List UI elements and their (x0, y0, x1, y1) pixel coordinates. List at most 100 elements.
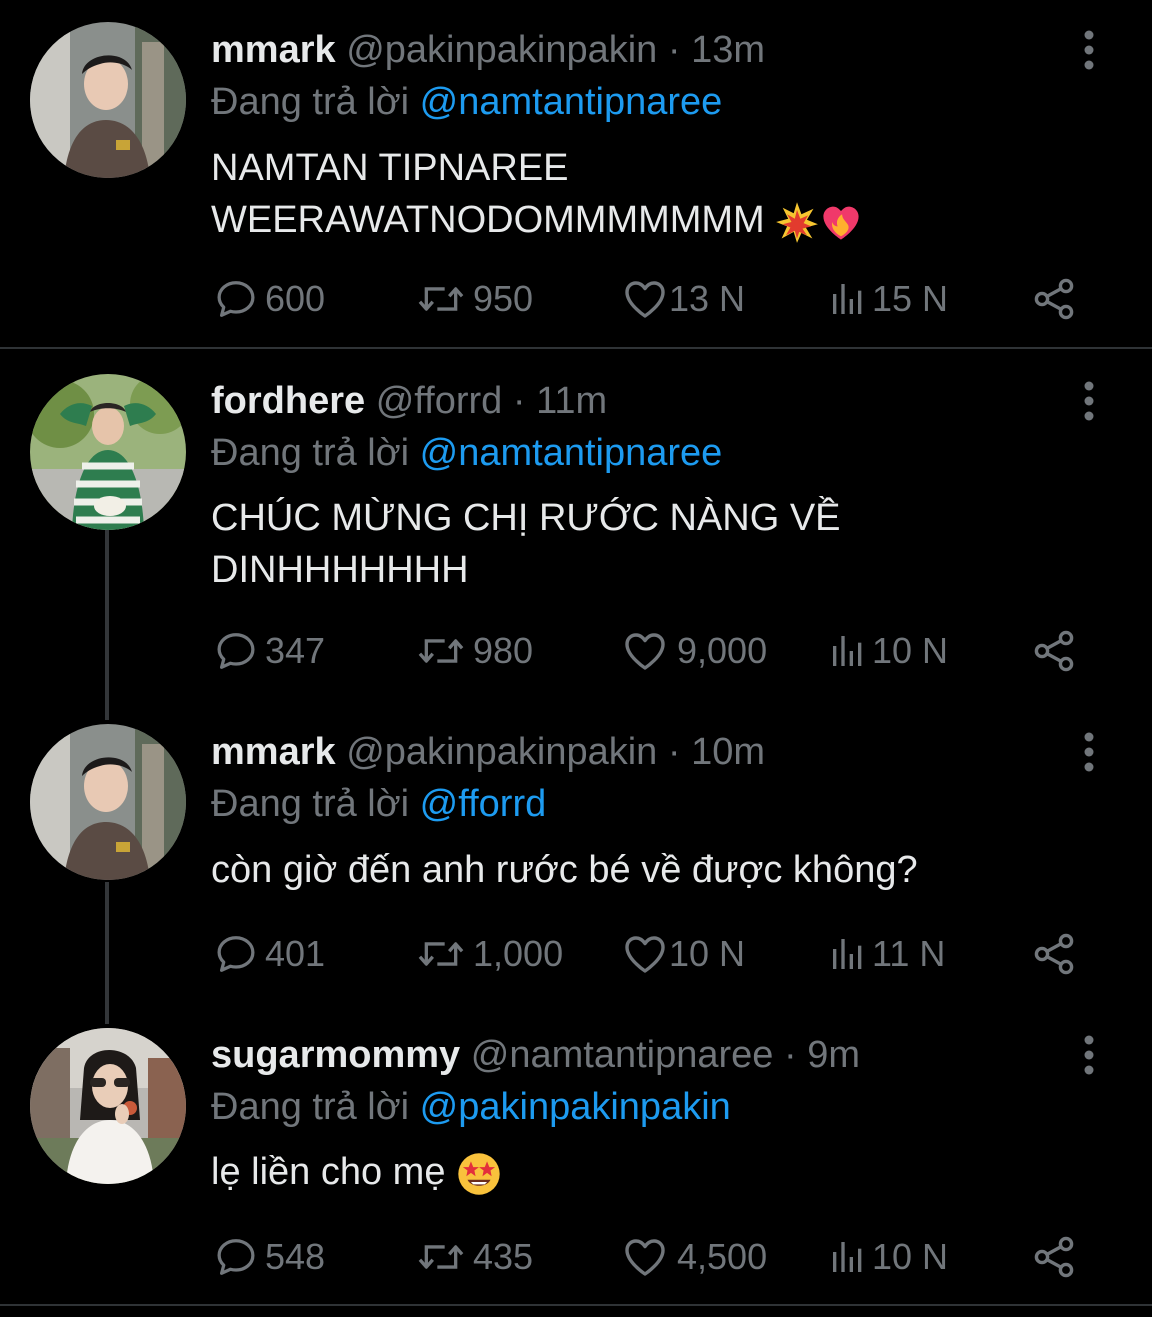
share-icon (1030, 1233, 1078, 1281)
reply-mention[interactable]: @namtantipnaree (420, 432, 723, 474)
author-name[interactable]: mmark (211, 731, 336, 773)
tweet-time[interactable]: 13m (691, 29, 765, 71)
tweet[interactable]: mmark @pakinpakinpakin · 10m Đang trả lờ… (0, 702, 1152, 1002)
tweet-text: còn giờ đến anh rước bé về được không? (211, 844, 1071, 896)
like-count: 9,000 (677, 630, 768, 671)
tweet[interactable]: mmark @pakinpakinpakin · 13m Đang trả lờ… (0, 0, 1152, 348)
share-button[interactable] (1030, 277, 1078, 321)
tweet-text-line: CHÚC MỪNG CHỊ RƯỚC NÀNG VỀ (211, 497, 841, 539)
views-button[interactable]: 11 N (828, 932, 945, 976)
reply-count: 548 (265, 1236, 326, 1277)
reply-button[interactable]: 600 (213, 277, 325, 321)
avatar[interactable] (30, 374, 186, 530)
like-button[interactable]: 13 N (621, 277, 745, 321)
tweet[interactable]: sugarmommy @namtantipnaree · 9m Đang trả… (0, 1004, 1152, 1304)
reply-count: 600 (265, 278, 326, 319)
separator-dot: · (773, 1034, 808, 1076)
tweet-time[interactable]: 11m (536, 380, 607, 422)
collision-emoji (775, 200, 819, 244)
more-icon[interactable] (1074, 379, 1104, 423)
like-count: 10 N (669, 933, 746, 974)
author-handle[interactable]: @pakinpakinpakin (346, 731, 657, 773)
author-handle[interactable]: @pakinpakinpakin (346, 29, 657, 71)
reply-button[interactable]: 548 (213, 1235, 325, 1279)
share-button[interactable] (1030, 629, 1078, 673)
like-count: 13 N (669, 278, 746, 319)
views-icon (828, 934, 868, 974)
retweet-icon (415, 1235, 467, 1279)
views-button[interactable]: 10 N (828, 629, 948, 673)
separator-dot: · (657, 731, 692, 773)
tweet-time[interactable]: 9m (807, 1034, 860, 1076)
reply-icon (213, 628, 259, 674)
action-bar: 600 950 13 N 15 N (0, 277, 1152, 321)
replying-to: Đang trả lời @pakinpakinpakin (211, 1083, 731, 1131)
avatar[interactable] (30, 22, 186, 178)
author-name[interactable]: fordhere (211, 380, 365, 422)
replying-to: Đang trả lời @fforrd (211, 780, 546, 828)
retweet-button[interactable]: 950 (415, 277, 533, 321)
retweet-button[interactable]: 980 (415, 629, 533, 673)
retweet-count: 435 (473, 1236, 534, 1277)
tweet-text: NAMTAN TIPNAREE WEERAWATNODOMMMMMMM (211, 142, 1071, 246)
share-button[interactable] (1030, 932, 1078, 976)
author-handle[interactable]: @fforrd (376, 380, 503, 422)
like-icon (621, 627, 669, 675)
like-icon (621, 275, 669, 323)
action-bar: 401 1,000 10 N 11 N (0, 932, 1152, 976)
views-count: 11 N (872, 933, 946, 974)
like-button[interactable]: 4,500 (621, 1235, 767, 1279)
tweet-text-line: WEERAWATNODOMMMMMMM (211, 199, 765, 241)
replying-label: Đang trả lời (211, 81, 420, 123)
like-count: 4,500 (677, 1236, 768, 1277)
reply-button[interactable]: 347 (213, 629, 325, 673)
tweet-text-line: NAMTAN TIPNAREE (211, 147, 569, 189)
like-button[interactable]: 10 N (621, 932, 745, 976)
more-icon[interactable] (1074, 730, 1104, 774)
like-icon (621, 1233, 669, 1281)
share-icon (1030, 930, 1078, 978)
views-icon (828, 279, 868, 319)
avatar[interactable] (30, 724, 186, 880)
divider (0, 347, 1152, 349)
like-button[interactable]: 9,000 (621, 629, 767, 673)
reply-count: 401 (265, 933, 326, 974)
reply-mention[interactable]: @pakinpakinpakin (420, 1086, 731, 1128)
reply-icon (213, 931, 259, 977)
action-bar: 548 435 4,500 10 N (0, 1235, 1152, 1279)
views-button[interactable]: 10 N (828, 1235, 948, 1279)
retweet-button[interactable]: 435 (415, 1235, 533, 1279)
author-handle[interactable]: @namtantipnaree (471, 1034, 774, 1076)
reply-icon (213, 1234, 259, 1280)
avatar[interactable] (30, 1028, 186, 1184)
retweet-icon (415, 629, 467, 673)
reply-count: 347 (265, 630, 326, 671)
reply-mention[interactable]: @fforrd (420, 783, 547, 825)
tweet[interactable]: fordhere @fforrd · 11m Đang trả lời @nam… (0, 350, 1152, 702)
author-name[interactable]: sugarmommy (211, 1034, 460, 1076)
views-button[interactable]: 15 N (828, 277, 948, 321)
replying-label: Đang trả lời (211, 783, 420, 825)
retweet-button[interactable]: 1,000 (415, 932, 563, 976)
retweet-count: 950 (473, 278, 534, 319)
replying-to: Đang trả lời @namtantipnaree (211, 429, 722, 477)
views-icon (828, 1237, 868, 1277)
share-button[interactable] (1030, 1235, 1078, 1279)
reply-button[interactable]: 401 (213, 932, 325, 976)
retweet-count: 980 (473, 630, 534, 671)
separator-dot: · (502, 380, 537, 422)
more-icon[interactable] (1074, 28, 1104, 72)
author-name[interactable]: mmark (211, 29, 336, 71)
more-icon[interactable] (1074, 1033, 1104, 1077)
share-icon (1030, 627, 1078, 675)
reply-mention[interactable]: @namtantipnaree (420, 81, 723, 123)
tweet-text: CHÚC MỪNG CHỊ RƯỚC NÀNG VỀ DINHHHHHHH (211, 492, 1071, 596)
star-struck-emoji (456, 1151, 502, 1197)
tweet-text-line: lẹ liền cho mẹ (211, 1151, 446, 1193)
replying-to: Đang trả lời @namtantipnaree (211, 78, 722, 126)
replying-label: Đang trả lời (211, 1086, 420, 1128)
retweet-icon (415, 277, 467, 321)
retweet-icon (415, 932, 467, 976)
views-count: 10 N (872, 1236, 949, 1277)
tweet-time[interactable]: 10m (691, 731, 765, 773)
